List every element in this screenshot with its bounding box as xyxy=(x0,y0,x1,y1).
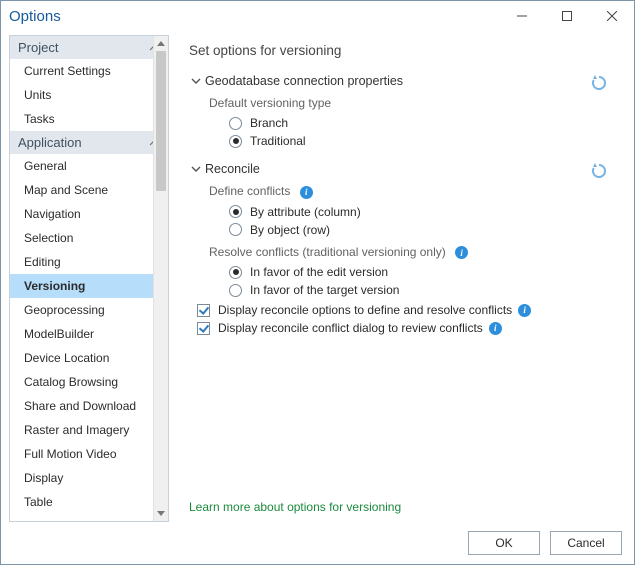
radio-label: In favor of the target version xyxy=(250,283,399,297)
sidebar-header-label: Project xyxy=(18,40,58,55)
minimize-icon xyxy=(517,11,527,21)
sidebar-item-tasks[interactable]: Tasks xyxy=(10,107,168,131)
sidebar-item-raster-imagery[interactable]: Raster and Imagery xyxy=(10,418,168,442)
scroll-track[interactable] xyxy=(154,51,168,506)
radio-label: Traditional xyxy=(250,134,306,148)
reset-reconcile-button[interactable] xyxy=(588,160,610,182)
sidebar-item-layout[interactable]: Layout xyxy=(10,514,168,521)
checkbox-icon xyxy=(197,304,210,317)
sidebar-header-application[interactable]: Application xyxy=(10,131,168,154)
sidebar-item-selection[interactable]: Selection xyxy=(10,226,168,250)
scroll-up-icon[interactable] xyxy=(154,36,168,51)
radio-icon xyxy=(229,117,242,130)
titlebar: Options xyxy=(1,1,634,31)
radio-traditional[interactable]: Traditional xyxy=(229,134,614,148)
radio-icon xyxy=(229,135,242,148)
check-display-dialog[interactable]: Display reconcile conflict dialog to rev… xyxy=(197,321,614,335)
reset-icon xyxy=(590,162,608,180)
chevron-down-icon xyxy=(189,166,203,172)
sidebar-item-units[interactable]: Units xyxy=(10,83,168,107)
info-icon[interactable]: i xyxy=(518,304,531,317)
info-icon[interactable]: i xyxy=(489,322,502,335)
define-conflicts-label: Define conflicts i xyxy=(209,184,614,199)
sidebar-item-general[interactable]: General xyxy=(10,154,168,178)
radio-label: By object (row) xyxy=(250,223,330,237)
scroll-down-icon[interactable] xyxy=(154,506,168,521)
close-icon xyxy=(607,11,617,21)
dialog-footer: OK Cancel xyxy=(1,522,634,564)
minimize-button[interactable] xyxy=(499,1,544,31)
sidebar-item-catalog-browsing[interactable]: Catalog Browsing xyxy=(10,370,168,394)
radio-icon xyxy=(229,223,242,236)
sidebar-item-current-settings[interactable]: Current Settings xyxy=(10,59,168,83)
radio-by-object[interactable]: By object (row) xyxy=(229,223,614,237)
radio-icon xyxy=(229,266,242,279)
radio-label: Branch xyxy=(250,116,288,130)
default-type-label: Default versioning type xyxy=(209,96,614,110)
scroll-thumb[interactable] xyxy=(156,51,166,191)
radio-icon xyxy=(229,284,242,297)
radio-label: In favor of the edit version xyxy=(250,265,388,279)
sidebar-item-versioning[interactable]: Versioning xyxy=(10,274,168,298)
maximize-icon xyxy=(562,11,572,21)
section-title: Reconcile xyxy=(205,162,260,176)
radio-branch[interactable]: Branch xyxy=(229,116,614,130)
chevron-down-icon xyxy=(189,78,203,84)
sidebar-scrollbar[interactable] xyxy=(153,36,168,521)
maximize-button[interactable] xyxy=(544,1,589,31)
section-header-reconcile[interactable]: Reconcile xyxy=(189,162,614,176)
info-icon[interactable]: i xyxy=(455,246,468,259)
radio-label: By attribute (column) xyxy=(250,205,361,219)
main-panel: Set options for versioning Geodatabase c… xyxy=(169,35,626,522)
reset-icon xyxy=(590,74,608,92)
reset-geodatabase-button[interactable] xyxy=(588,72,610,94)
sidebar-item-share-download[interactable]: Share and Download xyxy=(10,394,168,418)
dialog-body: Project Current Settings Units Tasks App… xyxy=(1,31,634,522)
info-icon[interactable]: i xyxy=(300,186,313,199)
checkbox-icon xyxy=(197,322,210,335)
sidebar-item-table[interactable]: Table xyxy=(10,490,168,514)
section-title: Geodatabase connection properties xyxy=(205,74,403,88)
ok-button[interactable]: OK xyxy=(468,531,540,555)
close-button[interactable] xyxy=(589,1,634,31)
sidebar-item-geoprocessing[interactable]: Geoprocessing xyxy=(10,298,168,322)
learn-more-link[interactable]: Learn more about options for versioning xyxy=(189,500,401,514)
sidebar-item-full-motion-video[interactable]: Full Motion Video xyxy=(10,442,168,466)
cancel-button[interactable]: Cancel xyxy=(550,531,622,555)
sidebar-item-display[interactable]: Display xyxy=(10,466,168,490)
radio-by-attribute[interactable]: By attribute (column) xyxy=(229,205,614,219)
resolve-conflicts-label: Resolve conflicts (traditional versionin… xyxy=(209,245,614,260)
check-label: Display reconcile options to define and … xyxy=(218,303,512,317)
sidebar-item-navigation[interactable]: Navigation xyxy=(10,202,168,226)
radio-icon xyxy=(229,205,242,218)
section-reconcile: Reconcile Define conflicts i By at xyxy=(189,162,614,335)
section-header-geodatabase[interactable]: Geodatabase connection properties xyxy=(189,74,614,88)
sidebar: Project Current Settings Units Tasks App… xyxy=(9,35,169,522)
window-title: Options xyxy=(9,8,499,25)
check-label: Display reconcile conflict dialog to rev… xyxy=(218,321,483,335)
radio-favor-edit[interactable]: In favor of the edit version xyxy=(229,265,614,279)
sidebar-scroll[interactable]: Project Current Settings Units Tasks App… xyxy=(10,36,168,521)
page-heading: Set options for versioning xyxy=(189,43,614,58)
section-geodatabase: Geodatabase connection properties Defaul… xyxy=(189,74,614,148)
check-display-options[interactable]: Display reconcile options to define and … xyxy=(197,303,614,317)
radio-favor-target[interactable]: In favor of the target version xyxy=(229,283,614,297)
options-dialog: Options Project Current Set xyxy=(0,0,635,565)
sidebar-header-project[interactable]: Project xyxy=(10,36,168,59)
sidebar-header-label: Application xyxy=(18,135,82,150)
sidebar-item-map-scene[interactable]: Map and Scene xyxy=(10,178,168,202)
sidebar-item-device-location[interactable]: Device Location xyxy=(10,346,168,370)
sidebar-item-modelbuilder[interactable]: ModelBuilder xyxy=(10,322,168,346)
sidebar-item-editing[interactable]: Editing xyxy=(10,250,168,274)
